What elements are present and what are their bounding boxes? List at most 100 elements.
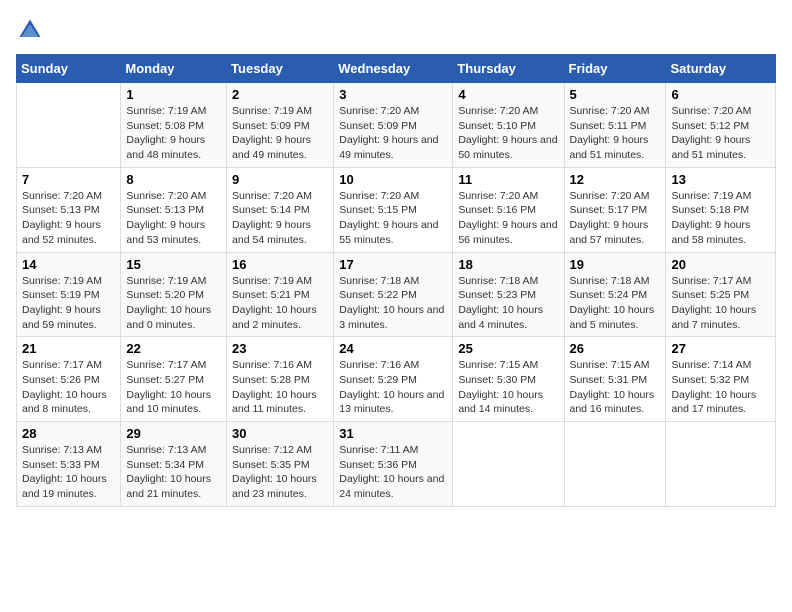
day-info: Sunrise: 7:20 AMSunset: 5:14 PMDaylight:… <box>232 189 328 248</box>
day-number: 29 <box>126 426 221 441</box>
day-cell: 15Sunrise: 7:19 AMSunset: 5:20 PMDayligh… <box>121 252 227 337</box>
header-cell-saturday: Saturday <box>666 55 776 83</box>
day-number: 11 <box>458 172 558 187</box>
day-cell: 22Sunrise: 7:17 AMSunset: 5:27 PMDayligh… <box>121 337 227 422</box>
day-cell: 11 Sunrise: 7:20 AMSunset: 5:16 PMDayligh… <box>453 167 564 252</box>
day-cell: 20Sunrise: 7:17 AMSunset: 5:25 PMDayligh… <box>666 252 776 337</box>
day-cell <box>17 83 121 168</box>
day-number: 1 <box>126 87 221 102</box>
day-number: 9 <box>232 172 328 187</box>
day-info: Sunrise: 7:18 AMSunset: 5:22 PMDaylight:… <box>339 274 447 333</box>
day-number: 4 <box>458 87 558 102</box>
day-info: Sunrise: 7:15 AMSunset: 5:30 PMDaylight:… <box>458 358 558 417</box>
week-row-1: 1 Sunrise: 7:19 AMSunset: 5:08 PMDaylight… <box>17 83 776 168</box>
day-number: 24 <box>339 341 447 356</box>
day-info: Sunrise: 7:13 AMSunset: 5:33 PMDaylight:… <box>22 443 115 502</box>
logo <box>16 16 48 44</box>
day-info: Sunrise: 7:20 AMSunset: 5:10 PMDaylight:… <box>458 104 558 163</box>
header-cell-thursday: Thursday <box>453 55 564 83</box>
day-info: Sunrise: 7:19 AMSunset: 5:21 PMDaylight:… <box>232 274 328 333</box>
day-cell: 24 Sunrise: 7:16 AMSunset: 5:29 PMDayligh… <box>334 337 453 422</box>
day-info: Sunrise: 7:17 AMSunset: 5:26 PMDaylight:… <box>22 358 115 417</box>
header <box>16 16 776 44</box>
day-number: 2 <box>232 87 328 102</box>
day-cell <box>564 422 666 507</box>
day-info: Sunrise: 7:16 AMSunset: 5:29 PMDaylight:… <box>339 358 447 417</box>
day-number: 16 <box>232 257 328 272</box>
header-cell-monday: Monday <box>121 55 227 83</box>
day-cell: 25 Sunrise: 7:15 AMSunset: 5:30 PMDayligh… <box>453 337 564 422</box>
day-number: 6 <box>671 87 770 102</box>
day-cell: 19 Sunrise: 7:18 AMSunset: 5:24 PMDayligh… <box>564 252 666 337</box>
day-cell: 26 Sunrise: 7:15 AMSunset: 5:31 PMDayligh… <box>564 337 666 422</box>
header-cell-sunday: Sunday <box>17 55 121 83</box>
day-number: 30 <box>232 426 328 441</box>
logo-icon <box>16 16 44 44</box>
day-info: Sunrise: 7:13 AMSunset: 5:34 PMDaylight:… <box>126 443 221 502</box>
day-info: Sunrise: 7:20 AMSunset: 5:12 PMDaylight:… <box>671 104 770 163</box>
day-info: Sunrise: 7:14 AMSunset: 5:32 PMDaylight:… <box>671 358 770 417</box>
day-info: Sunrise: 7:20 AMSunset: 5:17 PMDaylight:… <box>570 189 661 248</box>
day-info: Sunrise: 7:19 AMSunset: 5:19 PMDaylight:… <box>22 274 115 333</box>
header-cell-tuesday: Tuesday <box>227 55 334 83</box>
day-cell: 9 Sunrise: 7:20 AMSunset: 5:14 PMDaylight… <box>227 167 334 252</box>
day-info: Sunrise: 7:20 AMSunset: 5:11 PMDaylight:… <box>570 104 661 163</box>
page-container: SundayMondayTuesdayWednesdayThursdayFrid… <box>16 16 776 507</box>
day-number: 23 <box>232 341 328 356</box>
day-info: Sunrise: 7:18 AMSunset: 5:24 PMDaylight:… <box>570 274 661 333</box>
day-number: 20 <box>671 257 770 272</box>
day-info: Sunrise: 7:15 AMSunset: 5:31 PMDaylight:… <box>570 358 661 417</box>
day-cell: 13 Sunrise: 7:19 AMSunset: 5:18 PMDayligh… <box>666 167 776 252</box>
day-cell: 14 Sunrise: 7:19 AMSunset: 5:19 PMDayligh… <box>17 252 121 337</box>
day-cell: 30Sunrise: 7:12 AMSunset: 5:35 PMDayligh… <box>227 422 334 507</box>
day-number: 27 <box>671 341 770 356</box>
day-info: Sunrise: 7:18 AMSunset: 5:23 PMDaylight:… <box>458 274 558 333</box>
header-cell-friday: Friday <box>564 55 666 83</box>
day-number: 22 <box>126 341 221 356</box>
day-cell <box>453 422 564 507</box>
day-info: Sunrise: 7:19 AMSunset: 5:09 PMDaylight:… <box>232 104 328 163</box>
day-number: 8 <box>126 172 221 187</box>
day-number: 13 <box>671 172 770 187</box>
day-info: Sunrise: 7:19 AMSunset: 5:18 PMDaylight:… <box>671 189 770 248</box>
day-info: Sunrise: 7:20 AMSunset: 5:09 PMDaylight:… <box>339 104 447 163</box>
day-cell: 21 Sunrise: 7:17 AMSunset: 5:26 PMDayligh… <box>17 337 121 422</box>
day-info: Sunrise: 7:19 AMSunset: 5:08 PMDaylight:… <box>126 104 221 163</box>
day-number: 15 <box>126 257 221 272</box>
day-cell: 5Sunrise: 7:20 AMSunset: 5:11 PMDaylight… <box>564 83 666 168</box>
day-cell: 8Sunrise: 7:20 AMSunset: 5:13 PMDaylight… <box>121 167 227 252</box>
day-number: 17 <box>339 257 447 272</box>
day-cell: 12 Sunrise: 7:20 AMSunset: 5:17 PMDayligh… <box>564 167 666 252</box>
week-row-4: 21 Sunrise: 7:17 AMSunset: 5:26 PMDayligh… <box>17 337 776 422</box>
day-number: 26 <box>570 341 661 356</box>
day-cell: 10Sunrise: 7:20 AMSunset: 5:15 PMDayligh… <box>334 167 453 252</box>
day-cell: 31 Sunrise: 7:11 AMSunset: 5:36 PMDayligh… <box>334 422 453 507</box>
day-cell: 4 Sunrise: 7:20 AMSunset: 5:10 PMDaylight… <box>453 83 564 168</box>
day-number: 12 <box>570 172 661 187</box>
day-number: 28 <box>22 426 115 441</box>
day-info: Sunrise: 7:20 AMSunset: 5:16 PMDaylight:… <box>458 189 558 248</box>
day-number: 18 <box>458 257 558 272</box>
day-cell: 17 Sunrise: 7:18 AMSunset: 5:22 PMDayligh… <box>334 252 453 337</box>
week-row-3: 14 Sunrise: 7:19 AMSunset: 5:19 PMDayligh… <box>17 252 776 337</box>
week-row-5: 28 Sunrise: 7:13 AMSunset: 5:33 PMDayligh… <box>17 422 776 507</box>
day-cell: 1 Sunrise: 7:19 AMSunset: 5:08 PMDaylight… <box>121 83 227 168</box>
day-number: 21 <box>22 341 115 356</box>
day-number: 3 <box>339 87 447 102</box>
day-cell: 6 Sunrise: 7:20 AMSunset: 5:12 PMDaylight… <box>666 83 776 168</box>
day-cell: 27 Sunrise: 7:14 AMSunset: 5:32 PMDayligh… <box>666 337 776 422</box>
day-cell: 3 Sunrise: 7:20 AMSunset: 5:09 PMDaylight… <box>334 83 453 168</box>
day-cell: 2 Sunrise: 7:19 AMSunset: 5:09 PMDaylight… <box>227 83 334 168</box>
calendar-table: SundayMondayTuesdayWednesdayThursdayFrid… <box>16 54 776 507</box>
day-number: 25 <box>458 341 558 356</box>
day-number: 14 <box>22 257 115 272</box>
day-number: 10 <box>339 172 447 187</box>
day-cell: 16 Sunrise: 7:19 AMSunset: 5:21 PMDayligh… <box>227 252 334 337</box>
day-number: 31 <box>339 426 447 441</box>
header-row: SundayMondayTuesdayWednesdayThursdayFrid… <box>17 55 776 83</box>
day-info: Sunrise: 7:11 AMSunset: 5:36 PMDaylight:… <box>339 443 447 502</box>
day-cell: 18 Sunrise: 7:18 AMSunset: 5:23 PMDayligh… <box>453 252 564 337</box>
day-cell: 29 Sunrise: 7:13 AMSunset: 5:34 PMDayligh… <box>121 422 227 507</box>
day-number: 19 <box>570 257 661 272</box>
day-cell: 7Sunrise: 7:20 AMSunset: 5:13 PMDaylight… <box>17 167 121 252</box>
